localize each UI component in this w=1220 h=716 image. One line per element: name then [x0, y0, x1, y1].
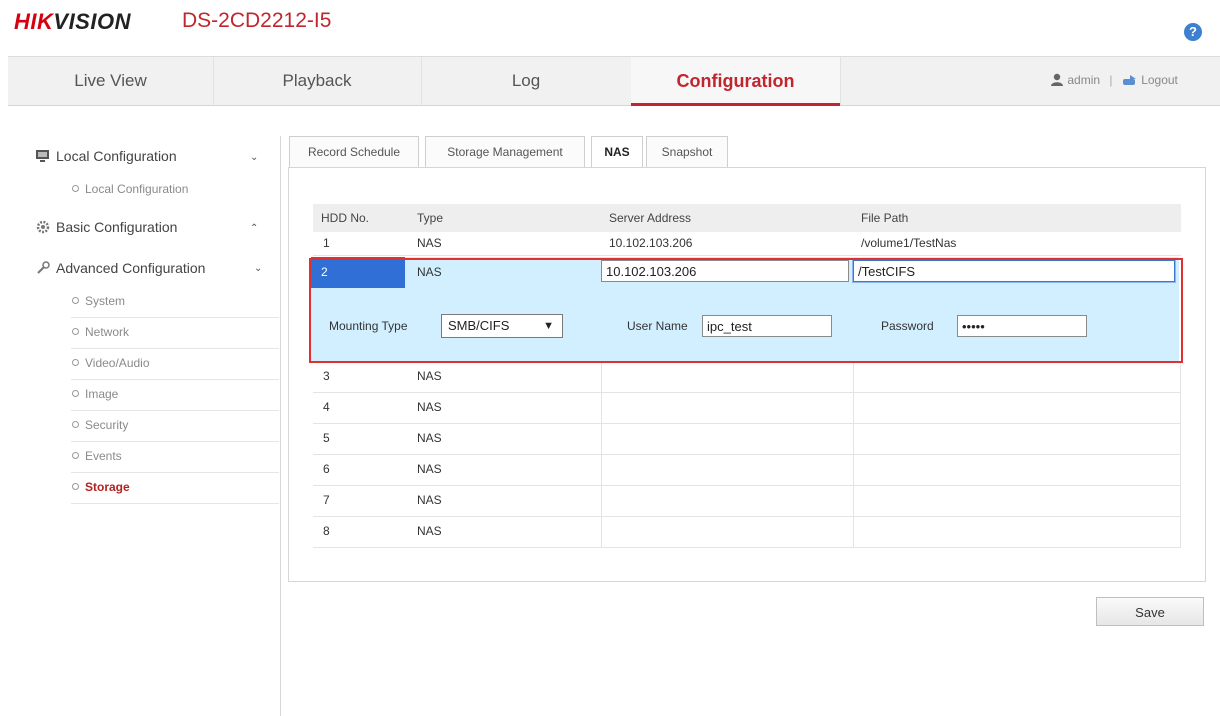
table-row[interactable]: 3 NAS [313, 361, 1181, 393]
username-input[interactable] [702, 315, 832, 337]
sidebar-item-security[interactable]: Security [72, 410, 128, 441]
tab-configuration[interactable]: Configuration [631, 57, 841, 106]
password-input[interactable] [957, 315, 1087, 337]
logout-link[interactable]: Logout [1141, 73, 1178, 87]
chevron-down-icon: ▼ [543, 320, 554, 332]
sidebar-item-video-audio[interactable]: Video/Audio [72, 348, 150, 379]
user-icon [1051, 73, 1063, 86]
mounting-type-label: Mounting Type [329, 319, 408, 333]
wrench-icon [37, 261, 50, 274]
username-label[interactable]: admin [1067, 73, 1100, 87]
server-address-input[interactable] [601, 260, 849, 282]
tab-record-schedule[interactable]: Record Schedule [289, 136, 419, 167]
sidebar-item-events[interactable]: Events [72, 441, 122, 472]
sidebar-item-image[interactable]: Image [72, 379, 118, 410]
sidebar-advanced-configuration[interactable]: Advanced Configuration [36, 260, 205, 276]
nas-panel: HDD No. Type Server Address File Path 1 … [288, 167, 1206, 582]
table-row[interactable]: 6 NAS [313, 454, 1181, 486]
password-label: Password [881, 319, 934, 333]
sidebar: Local Configuration ⌄ Local Configuratio… [26, 136, 281, 716]
tab-log[interactable]: Log [421, 57, 632, 105]
username-label: User Name [627, 319, 688, 333]
save-button[interactable]: Save [1096, 597, 1204, 626]
row-2-type: NAS [417, 265, 442, 279]
sidebar-item-local-configuration[interactable]: Local Configuration [72, 174, 188, 205]
tab-live-view[interactable]: Live View [8, 57, 214, 105]
mounting-type-select[interactable]: SMB/CIFS ▼ [441, 314, 563, 338]
table-row[interactable]: 7 NAS [313, 485, 1181, 517]
gear-icon [36, 220, 50, 234]
device-model: DS-2CD2212-I5 [182, 9, 332, 32]
hikvision-logo: HIKVISION [14, 9, 131, 34]
help-icon[interactable]: ? [1184, 23, 1202, 41]
col-hdd-no: HDD No. [321, 204, 370, 232]
tab-storage-management[interactable]: Storage Management [425, 136, 585, 167]
monitor-icon [36, 150, 49, 162]
sidebar-local-configuration[interactable]: Local Configuration [36, 148, 177, 164]
sidebar-item-system[interactable]: System [72, 286, 125, 317]
col-file-path: File Path [861, 204, 909, 232]
sidebar-basic-configuration[interactable]: Basic Configuration [36, 219, 177, 235]
logout-icon[interactable] [1122, 74, 1138, 86]
sidebar-item-network[interactable]: Network [72, 317, 129, 348]
user-area: admin | Logout [1050, 73, 1178, 87]
col-server-address: Server Address [609, 204, 692, 232]
main-nav: Live View Playback Log Configuration adm… [8, 56, 1220, 106]
tab-snapshot[interactable]: Snapshot [646, 136, 728, 167]
sidebar-item-storage[interactable]: Storage [72, 472, 130, 503]
tab-nas[interactable]: NAS [591, 136, 643, 168]
table-row[interactable]: 4 NAS [313, 392, 1181, 424]
table-row[interactable]: 1 NAS 10.102.103.206 /volume1/TestNas [313, 232, 1181, 256]
chevron-down-icon[interactable]: ⌄ [250, 152, 258, 163]
tab-playback[interactable]: Playback [213, 57, 422, 105]
row-2-number: 2 [321, 265, 328, 279]
chevron-down-icon[interactable]: ⌄ [254, 263, 262, 274]
table-row[interactable]: 5 NAS [313, 423, 1181, 455]
table-row[interactable]: 8 NAS [313, 516, 1181, 548]
chevron-up-icon[interactable]: ⌃ [250, 223, 258, 234]
file-path-input[interactable] [853, 260, 1175, 282]
col-type: Type [417, 204, 444, 232]
header: HIKVISION DS-2CD2212-I5 ? [0, 0, 1220, 48]
